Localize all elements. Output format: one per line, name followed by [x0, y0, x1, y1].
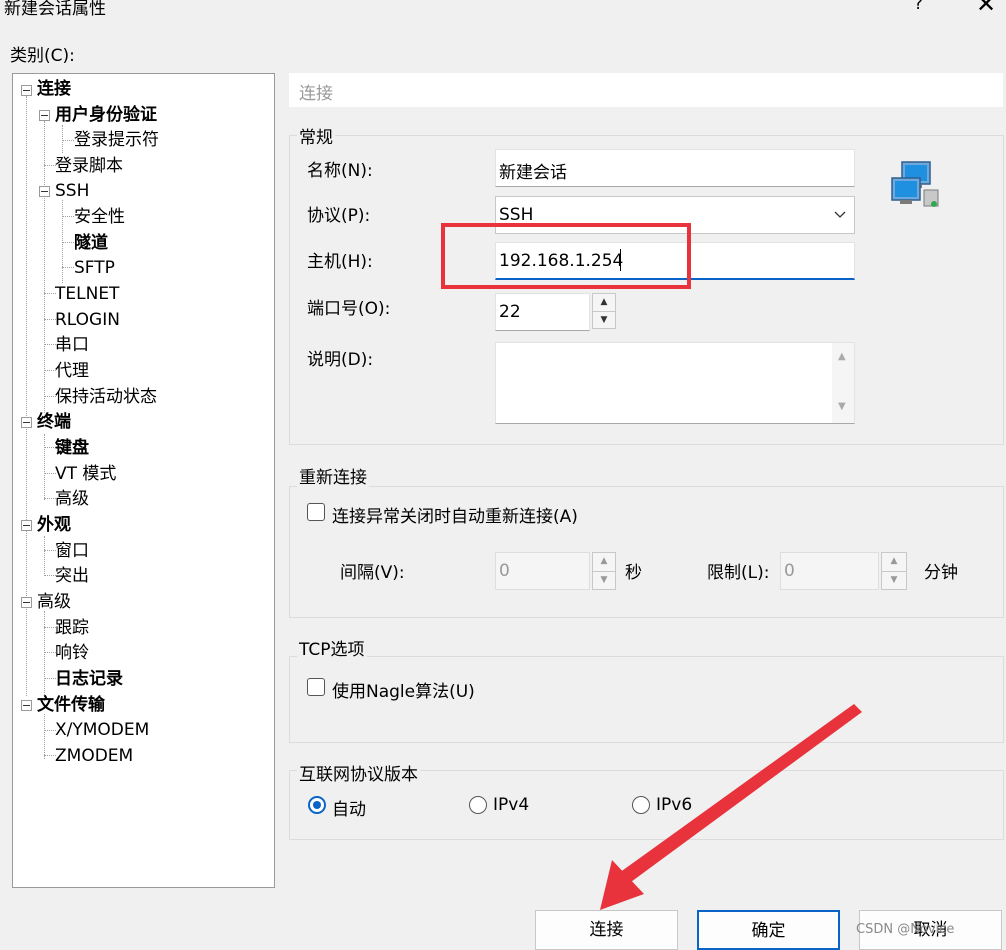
scroll-down-icon[interactable]: ▼	[838, 401, 846, 412]
tree-item-xymodem[interactable]: X/YMODEM	[55, 718, 149, 742]
tree-item-connection[interactable]: 连接	[37, 77, 71, 101]
spin-down-icon[interactable]: ▼	[882, 571, 906, 590]
collapse-toggle-icon[interactable]	[21, 597, 32, 608]
port-input[interactable]: 22	[495, 293, 590, 331]
radio-auto[interactable]	[308, 796, 326, 814]
tree-item-trace[interactable]: 跟踪	[55, 616, 89, 640]
red-arrow-icon	[600, 704, 862, 910]
spin-down-icon[interactable]: ▼	[593, 311, 615, 329]
tree-item-keyboard[interactable]: 键盘	[55, 436, 89, 460]
tree-item-window[interactable]: 窗口	[55, 539, 89, 563]
window-title: 新建会话属性	[4, 0, 106, 19]
nagle-label: 使用Nagle算法(U)	[332, 682, 475, 702]
limit-label: 限制(L):	[707, 563, 770, 583]
panel-heading-text: 连接	[299, 84, 333, 104]
collapse-toggle-icon[interactable]	[21, 417, 32, 428]
scroll-up-icon[interactable]: ▲	[838, 351, 846, 362]
collapse-toggle-icon[interactable]	[39, 186, 50, 197]
port-label: 端口号(O):	[307, 299, 391, 319]
network-computers-icon	[891, 161, 939, 207]
tree-item-zmodem[interactable]: ZMODEM	[55, 744, 133, 768]
tree-item-authentication[interactable]: 用户身份验证	[55, 103, 157, 127]
port-spinner[interactable]: ▲ ▼	[592, 293, 616, 329]
help-button[interactable]: ?	[914, 0, 923, 14]
tree-item-login-prompts[interactable]: 登录提示符	[74, 128, 159, 152]
name-label: 名称(N):	[307, 161, 373, 181]
tree-item-advanced[interactable]: 高级	[37, 590, 71, 614]
tree-item-telnet[interactable]: TELNET	[55, 282, 119, 306]
tree-item-logging[interactable]: 日志记录	[55, 667, 123, 691]
highlight-box	[441, 223, 691, 289]
ip-version-legend: 互联网协议版本	[297, 760, 420, 785]
interval-label: 间隔(V):	[340, 563, 405, 583]
collapse-toggle-icon[interactable]	[21, 700, 32, 711]
category-tree[interactable]: 连接 用户身份验证 登录提示符 登录脚本 SSH 安全性 隧道 SFTP TEL…	[12, 73, 275, 888]
spin-up-icon[interactable]: ▲	[593, 553, 615, 571]
host-label: 主机(H):	[307, 252, 373, 272]
nagle-checkbox[interactable]	[307, 678, 325, 696]
panel-heading: 连接	[289, 73, 1003, 107]
interval-input[interactable]: 0	[495, 552, 590, 590]
description-scrollbar[interactable]: ▲ ▼	[832, 343, 854, 423]
auto-reconnect-checkbox[interactable]	[307, 503, 325, 521]
tree-item-proxy[interactable]: 代理	[55, 359, 89, 383]
watermark: CSDN @Novice	[856, 922, 955, 937]
tree-item-vt-mode[interactable]: VT 模式	[55, 462, 116, 486]
tree-item-appearance[interactable]: 外观	[37, 513, 71, 537]
chevron-down-icon	[834, 211, 846, 218]
tree-item-highlight[interactable]: 突出	[55, 564, 89, 588]
reconnect-legend: 重新连接	[297, 463, 369, 488]
tree-item-serial[interactable]: 串口	[55, 333, 89, 357]
tree-item-ssh[interactable]: SSH	[55, 179, 89, 203]
limit-unit: 分钟	[924, 563, 958, 583]
spin-up-icon[interactable]: ▲	[882, 553, 906, 571]
category-label: 类别(C):	[10, 46, 75, 66]
title-bar: 新建会话属性 ? ✕	[0, 0, 1006, 24]
tree-item-tunnel[interactable]: 隧道	[74, 231, 108, 255]
general-legend: 常规	[297, 123, 335, 148]
radio-auto-label: 自动	[332, 800, 366, 820]
tree-item-file-transfer[interactable]: 文件传输	[37, 693, 105, 717]
tree-item-keepalive[interactable]: 保持活动状态	[55, 385, 157, 409]
spin-up-icon[interactable]: ▲	[593, 294, 615, 311]
tree-item-login-script[interactable]: 登录脚本	[55, 154, 123, 178]
description-textarea[interactable]: ▲ ▼	[495, 342, 855, 424]
collapse-toggle-icon[interactable]	[21, 520, 32, 531]
limit-input[interactable]: 0	[780, 552, 879, 590]
interval-spinner[interactable]: ▲ ▼	[592, 552, 616, 590]
tcp-legend: TCP选项	[297, 635, 367, 660]
name-input[interactable]: 新建会话	[495, 149, 855, 187]
radio-ipv4-label: IPv4	[493, 795, 530, 815]
protocol-label: 协议(P):	[307, 206, 371, 226]
close-button[interactable]: ✕	[976, 0, 996, 18]
spin-down-icon[interactable]: ▼	[593, 571, 615, 590]
description-label: 说明(D):	[307, 350, 374, 370]
tree-item-security[interactable]: 安全性	[74, 205, 125, 229]
tree-item-terminal-advanced[interactable]: 高级	[55, 487, 89, 511]
tree-item-terminal[interactable]: 终端	[37, 410, 71, 434]
tree-item-rlogin[interactable]: RLOGIN	[55, 308, 120, 332]
auto-reconnect-label: 连接异常关闭时自动重新连接(A)	[332, 507, 578, 527]
collapse-toggle-icon[interactable]	[21, 85, 32, 96]
collapse-toggle-icon[interactable]	[39, 110, 50, 121]
tree-item-bell[interactable]: 响铃	[55, 641, 89, 665]
limit-spinner[interactable]: ▲ ▼	[881, 552, 907, 590]
tree-item-sftp[interactable]: SFTP	[74, 256, 115, 280]
radio-ipv4[interactable]	[469, 796, 487, 814]
interval-unit: 秒	[625, 563, 642, 583]
